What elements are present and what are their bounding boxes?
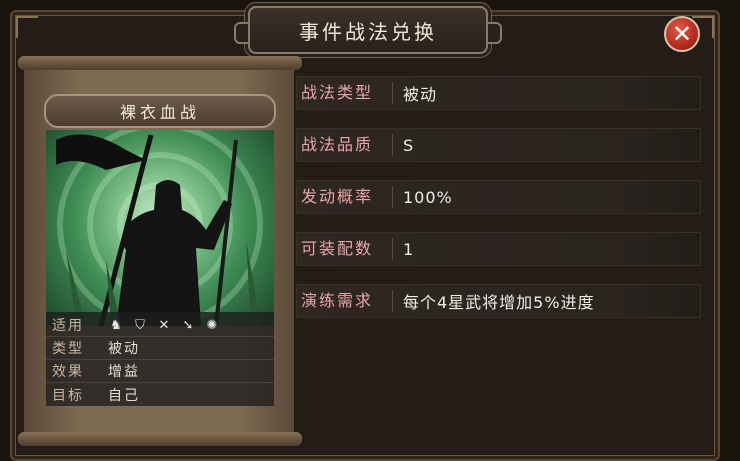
skill-name: 裸衣血战	[119, 103, 200, 122]
skill-art	[46, 130, 274, 326]
detail-value: 被动	[403, 85, 438, 104]
detail-value: 每个4星武将增加5%进度	[403, 293, 595, 312]
detail-value: S	[403, 135, 415, 155]
chariot-icon: ✺	[206, 317, 218, 333]
close-x-icon: ✕	[671, 20, 693, 48]
info-row-suit: 适用 ♞ ⛉ ✕ ➘ ✺	[46, 314, 274, 337]
info-value-type: 被动	[108, 341, 140, 357]
info-label-suit: 适用	[52, 318, 84, 334]
detail-label: 战法品质	[297, 134, 393, 156]
scroll-rod-bottom	[18, 432, 302, 446]
cavalry-icon: ♞	[110, 317, 122, 333]
detail-value: 1	[403, 239, 415, 259]
detail-row-skill-quality: 战法品质 S	[296, 128, 701, 162]
detail-row-practice-requirement: 演练需求 每个4星武将增加5%进度	[296, 284, 701, 318]
shield-icon: ⛉	[135, 317, 145, 333]
detail-row-equip-count: 可装配数 1	[296, 232, 701, 266]
detail-label: 演练需求	[297, 290, 393, 312]
dialog-title: 事件战法兑换	[299, 19, 437, 44]
detail-label: 发动概率	[297, 186, 393, 208]
info-row-effect: 效果 增益	[46, 360, 274, 383]
info-row-target: 目标 自己	[46, 383, 274, 406]
skill-name-plate: 裸衣血战	[44, 94, 276, 128]
info-value-target: 自己	[108, 387, 140, 404]
info-label-effect: 效果	[52, 364, 84, 380]
info-label-target: 目标	[52, 387, 84, 404]
spear-icon: ➘	[182, 317, 194, 333]
info-row-type: 类型 被动	[46, 337, 274, 360]
close-button[interactable]: ✕	[664, 16, 700, 52]
archer-icon: ✕	[158, 317, 170, 333]
detail-row-skill-type: 战法类型 被动	[296, 76, 701, 110]
detail-value: 100%	[403, 187, 453, 207]
detail-row-trigger-rate: 发动概率 100%	[296, 180, 701, 214]
detail-label: 可装配数	[297, 238, 393, 260]
info-value-effect: 增益	[108, 364, 140, 380]
troop-type-icons: ♞ ⛉ ✕ ➘ ✺	[108, 317, 220, 333]
scroll-rod-top	[18, 56, 302, 70]
skill-info-box: 适用 ♞ ⛉ ✕ ➘ ✺ 类型 被动 效果 增益 目标 自己	[46, 312, 274, 406]
info-label-type: 类型	[52, 341, 84, 357]
frame-corner-ornament	[16, 16, 38, 38]
warrior-silhouette-icon	[56, 130, 263, 326]
detail-label: 战法类型	[297, 82, 393, 104]
title-plate: 事件战法兑换	[234, 6, 502, 54]
